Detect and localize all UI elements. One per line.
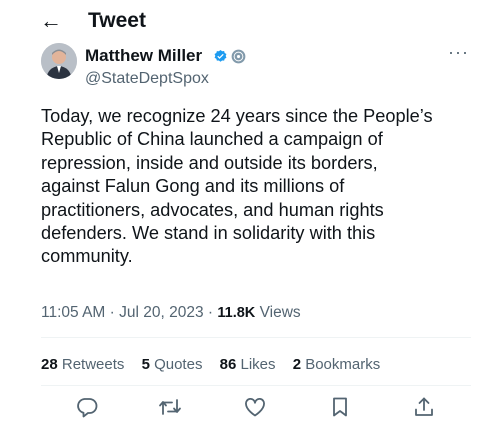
back-arrow-icon[interactable]: ←: [40, 8, 64, 34]
tweet-line: defenders. We stand in solidarity with t…: [41, 223, 376, 244]
author-handle[interactable]: @StateDeptSpox: [85, 68, 209, 90]
government-badge-icon: [231, 49, 246, 64]
likes-stat[interactable]: 86 Likes: [220, 356, 276, 373]
bookmarks-stat[interactable]: 2 Bookmarks: [293, 356, 381, 373]
meta-separator: ·: [109, 304, 120, 321]
meta-separator: ·: [207, 304, 218, 321]
tweet-line: Republic of China launched a campaign of: [41, 129, 383, 150]
retweet-icon[interactable]: [158, 395, 182, 419]
author-name[interactable]: Matthew Miller: [85, 45, 202, 67]
bookmarks-count: 2: [292, 356, 302, 373]
tweet-line: repression, inside and outside its borde…: [41, 152, 378, 173]
tweet-date[interactable]: Jul 20, 2023: [119, 304, 203, 321]
tweet-line: practitioners, advocates, and human righ…: [41, 199, 384, 220]
quotes-label: Quotes: [154, 356, 203, 373]
tweet-stats: 28 Retweets 5 Quotes 86 Likes 2 Bookmark…: [41, 355, 393, 375]
tweet-line: community.: [41, 246, 133, 267]
views-label: Views: [259, 304, 301, 321]
tweet-meta: 11:05 AM · Jul 20, 2023 · 11.8K Views: [41, 303, 301, 323]
divider: [41, 385, 471, 386]
quotes-stat[interactable]: 5 Quotes: [142, 356, 203, 373]
tweet-page: ← Tweet Matthew Miller @StateDeptSpox ··…: [0, 0, 500, 432]
quotes-count: 5: [141, 356, 150, 373]
tweet-line: Today, we recognize 24 years since the P…: [41, 106, 433, 126]
tweet-text: Today, we recognize 24 years since the P…: [41, 105, 481, 269]
bookmark-icon[interactable]: [328, 395, 352, 419]
likes-label: Likes: [240, 356, 276, 373]
bookmarks-label: Bookmarks: [305, 356, 381, 373]
likes-count: 86: [219, 356, 237, 373]
views-count: 11.8K: [217, 305, 256, 321]
tweet-time[interactable]: 11:05 AM: [41, 304, 105, 321]
verified-icon: [213, 49, 228, 64]
share-icon[interactable]: [412, 395, 436, 419]
header: ← Tweet: [0, 0, 500, 42]
retweets-stat[interactable]: 28 Retweets: [41, 356, 124, 373]
tweet-line: against Falun Gong and its millions of: [41, 176, 345, 197]
divider: [41, 337, 471, 338]
action-bar: [41, 393, 471, 423]
like-icon[interactable]: [243, 395, 267, 419]
page-title: Tweet: [88, 9, 146, 32]
reply-icon[interactable]: [75, 395, 99, 419]
retweets-label: Retweets: [61, 356, 125, 373]
avatar[interactable]: [41, 43, 77, 79]
more-icon[interactable]: ···: [448, 43, 468, 64]
retweets-count: 28: [41, 356, 58, 373]
